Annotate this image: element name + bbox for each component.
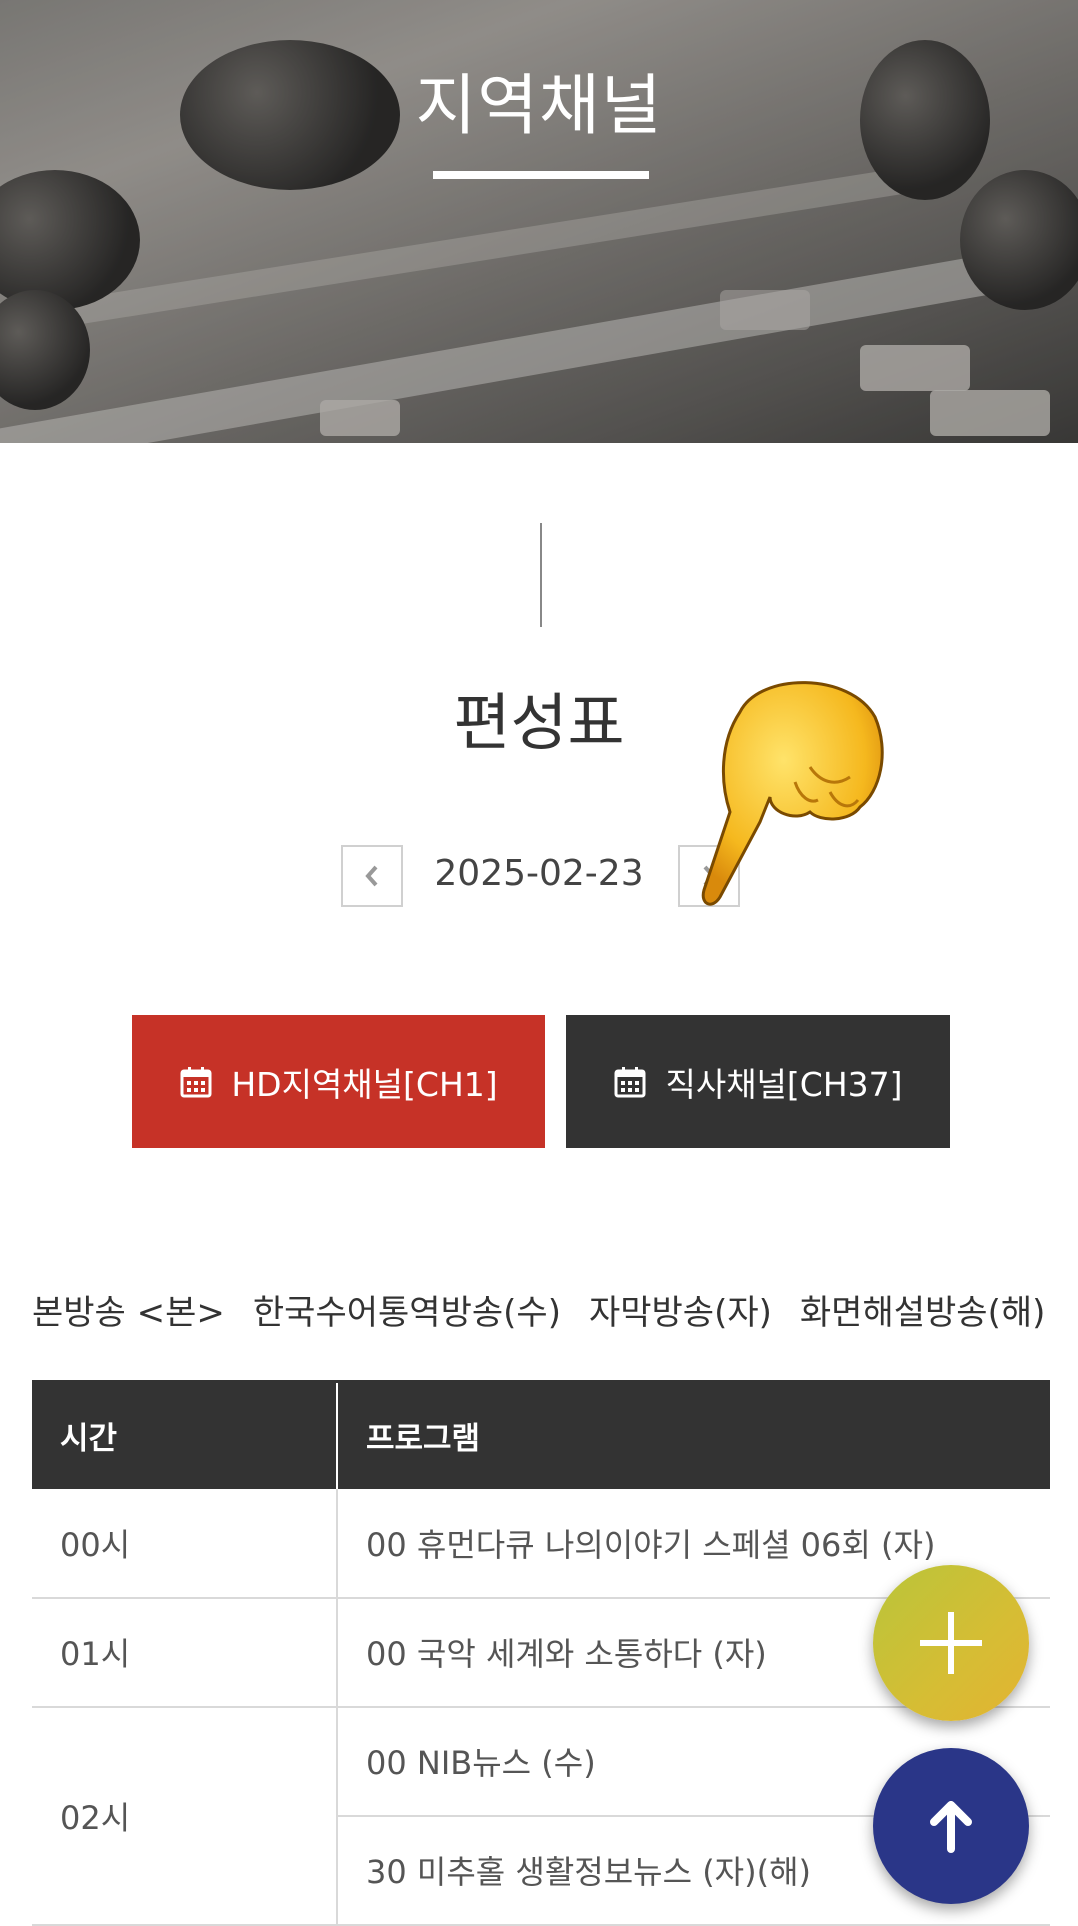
time-cell: 02시 — [32, 1706, 338, 1926]
channel-37-label: 직사채널[CH37] — [665, 1064, 903, 1104]
arrow-up-icon — [930, 1801, 972, 1853]
broadcast-legend: 본방송 <본> 한국수어통역방송(수) 자막방송(자) 화면해설방송(해) — [32, 1285, 1052, 1334]
plus-fab-button[interactable] — [873, 1565, 1029, 1721]
legend-item: 한국수어통역방송(수) — [252, 1293, 561, 1333]
current-date: 2025-02-23 — [434, 853, 644, 894]
channel-37-button[interactable]: 직사채널[CH37] — [566, 1015, 950, 1148]
date-navigation: 2025-02-23 — [0, 845, 1078, 909]
title-underline — [433, 171, 649, 179]
scroll-top-button[interactable] — [873, 1748, 1029, 1904]
header-time: 시간 — [32, 1380, 337, 1489]
table-header-row: 시간 프로그램 — [32, 1380, 1050, 1489]
time-cell: 00시 — [32, 1488, 338, 1599]
time-cell: 01시 — [32, 1597, 338, 1708]
legend-item: 본방송 <본> — [32, 1293, 225, 1333]
calendar-icon — [180, 1066, 212, 1097]
legend-item: 화면해설방송(해) — [799, 1293, 1046, 1333]
schedule-title: 편성표 — [453, 686, 625, 759]
page-title: 지역채널 — [415, 67, 663, 144]
table-row: 00시 00 휴먼다큐 나의이야기 스페셜 06회 (자) — [32, 1488, 1050, 1599]
header-program: 프로그램 — [336, 1380, 1050, 1489]
channel-hd-label: HD지역채널[CH1] — [231, 1064, 498, 1104]
channel-hd-button[interactable]: HD지역채널[CH1] — [132, 1015, 545, 1148]
plus-icon — [920, 1612, 982, 1674]
pointing-hand-icon — [701, 681, 884, 906]
divider-line — [540, 523, 542, 627]
legend-item: 자막방송(자) — [588, 1293, 772, 1333]
calendar-icon — [614, 1066, 646, 1097]
